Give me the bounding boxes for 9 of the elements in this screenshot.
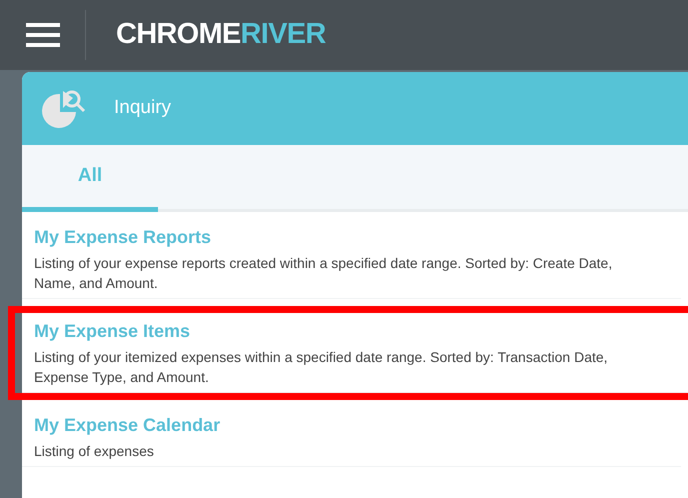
report-description: Listing of expenses [34, 442, 155, 461]
report-link[interactable]: My Expense Items [34, 318, 190, 345]
report-description: Listing of your expense reports created within a specified date range. Sorted by: Create Date, Name, and Amount. [34, 254, 614, 293]
report-link[interactable]: My Expense Calendar [34, 412, 220, 439]
report-description: Listing of your itemized expenses within a specified date range. Sorted by: Transaction Date, Expense Type, and Amount. [34, 348, 609, 387]
panel-title: Inquiry [114, 96, 172, 120]
logo: CHROMERIVER [116, 17, 326, 52]
menu-icon [26, 23, 60, 47]
report-link[interactable]: My Expense Reports [34, 224, 212, 251]
